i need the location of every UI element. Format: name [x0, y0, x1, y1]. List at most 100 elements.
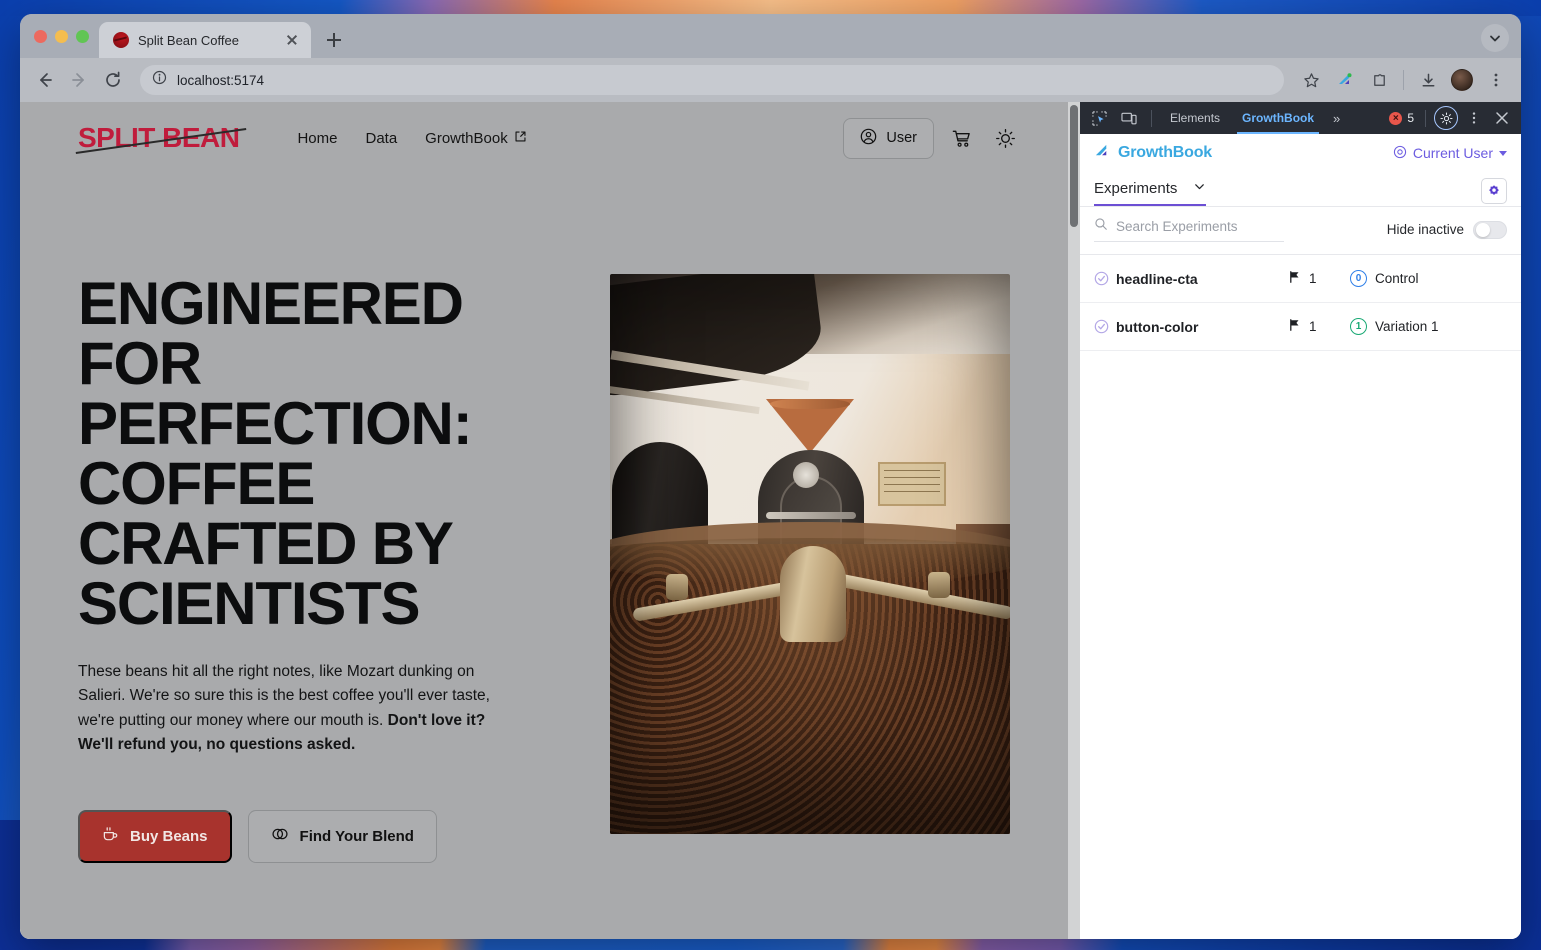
experiment-row[interactable]: headline-cta 1 0 Control — [1080, 255, 1521, 303]
error-icon: × — [1389, 111, 1403, 125]
devtools-overflow-icon[interactable]: » — [1327, 111, 1346, 126]
bookmark-star-icon[interactable] — [1296, 65, 1326, 95]
devtools-header-actions: × 5 — [1389, 106, 1515, 130]
nav-link-home[interactable]: Home — [297, 130, 337, 147]
overlapping-circles-icon — [271, 825, 289, 847]
tab-experiments[interactable]: Experiments — [1094, 180, 1207, 206]
sun-icon[interactable] — [988, 121, 1022, 155]
site-info-icon[interactable] — [152, 70, 167, 90]
extensions-puzzle-icon[interactable] — [1364, 65, 1394, 95]
browser-tab-strip: Split Bean Coffee — [20, 14, 1521, 58]
page-title: ENGINEERED FOR PERFECTION: COFFEE CRAFTE… — [78, 270, 473, 637]
experiment-row[interactable]: button-color 1 1 Variation 1 — [1080, 303, 1521, 351]
hero-image — [610, 274, 1010, 834]
split-bean-favicon-icon — [113, 32, 129, 48]
buy-beans-button[interactable]: Buy Beans — [78, 809, 232, 863]
nav-link-growthbook-label: GrowthBook — [425, 129, 508, 147]
hero-cta-row: Buy Beans Find Your Blend — [78, 809, 548, 863]
chevron-down-icon — [1499, 150, 1507, 156]
web-page: SPLIT BEAN Home Data GrowthBook User ENG… — [20, 102, 1080, 939]
inspect-element-icon[interactable] — [1086, 106, 1112, 130]
tab-search-chevron-down-icon[interactable] — [1481, 24, 1509, 52]
nav-link-growthbook[interactable]: GrowthBook — [425, 130, 527, 147]
user-button[interactable]: User — [843, 117, 934, 159]
new-tab-button[interactable] — [319, 25, 349, 55]
settings-gear-icon[interactable] — [1433, 106, 1459, 130]
user-button-label: User — [886, 130, 917, 146]
variation-index-badge: 0 — [1350, 270, 1367, 287]
chevron-down-icon — [1193, 180, 1206, 197]
hide-inactive-control: Hide inactive — [1386, 220, 1507, 239]
devtools-divider — [1151, 109, 1152, 127]
growthbook-extension-icon[interactable] — [1330, 65, 1360, 95]
growthbook-topbar: GrowthBook Current User — [1080, 134, 1521, 172]
growthbook-logo: GrowthBook — [1094, 142, 1212, 164]
current-user-label: Current User — [1412, 145, 1493, 161]
devtools-panel: Elements GrowthBook » × 5 GrowthBook Cur… — [1080, 102, 1521, 939]
variation-label: Control — [1375, 271, 1419, 286]
tab-elements[interactable]: Elements — [1161, 102, 1229, 134]
external-link-icon — [514, 130, 527, 147]
shopping-cart-icon[interactable] — [944, 121, 978, 155]
growthbook-tabbar: Experiments — [1080, 172, 1521, 206]
site-logo[interactable]: SPLIT BEAN — [78, 122, 245, 154]
tab-title: Split Bean Coffee — [138, 32, 239, 48]
hero-section: ENGINEERED FOR PERFECTION: COFFEE CRAFTE… — [20, 174, 1080, 863]
page-scrollbar-thumb[interactable] — [1070, 105, 1078, 227]
site-navbar: SPLIT BEAN Home Data GrowthBook User — [20, 102, 1080, 174]
maximize-window-button[interactable] — [76, 29, 89, 43]
close-window-button[interactable] — [34, 29, 47, 43]
flag-count-label: 1 — [1309, 271, 1317, 286]
search-icon — [1094, 217, 1108, 236]
toolbar-divider — [1403, 70, 1404, 90]
minimize-window-button[interactable] — [55, 29, 68, 43]
back-icon[interactable] — [30, 65, 60, 95]
devtools-divider-2 — [1425, 109, 1426, 127]
search-input[interactable] — [1116, 219, 1284, 234]
hero-body-text: These beans hit all the right notes, lik… — [78, 660, 518, 758]
tab-experiments-label: Experiments — [1094, 180, 1178, 197]
flag-icon — [1288, 318, 1302, 335]
content-area: SPLIT BEAN Home Data GrowthBook User ENG… — [20, 102, 1521, 939]
chrome-menu-icon[interactable] — [1481, 65, 1511, 95]
devtools-header: Elements GrowthBook » × 5 — [1080, 102, 1521, 134]
current-user-selector[interactable]: Current User — [1393, 145, 1507, 162]
tab-close-icon[interactable] — [283, 31, 301, 49]
profile-avatar[interactable] — [1447, 65, 1477, 95]
browser-tab[interactable]: Split Bean Coffee — [99, 22, 311, 58]
variation-label: Variation 1 — [1375, 319, 1439, 334]
hero-text-column: ENGINEERED FOR PERFECTION: COFFEE CRAFTE… — [78, 274, 548, 863]
reload-icon[interactable] — [98, 65, 128, 95]
growthbook-mark-icon — [1094, 142, 1111, 164]
tab-growthbook[interactable]: GrowthBook — [1233, 102, 1323, 134]
page-scrollbar[interactable] — [1068, 102, 1080, 939]
buy-beans-label: Buy Beans — [130, 827, 208, 845]
error-count-label: 5 — [1407, 111, 1414, 125]
experiment-name: headline-cta — [1116, 270, 1198, 287]
growthbook-settings-button[interactable] — [1481, 178, 1507, 204]
downloads-icon[interactable] — [1413, 65, 1443, 95]
error-count-badge[interactable]: × 5 — [1389, 111, 1418, 125]
experiment-variation: 1 Variation 1 — [1350, 318, 1439, 335]
address-bar[interactable]: localhost:5174 — [140, 65, 1284, 95]
hide-inactive-label: Hide inactive — [1386, 222, 1464, 237]
user-circle-icon — [860, 128, 877, 149]
navbar-actions: User — [843, 117, 1080, 159]
experiment-variation: 0 Control — [1350, 270, 1419, 287]
device-toolbar-icon[interactable] — [1116, 106, 1142, 130]
coffee-cup-icon — [102, 826, 119, 847]
nav-link-home-label: Home — [297, 129, 338, 147]
forward-icon[interactable] — [64, 65, 94, 95]
flag-icon — [1288, 270, 1302, 287]
target-icon — [1393, 145, 1407, 162]
growthbook-filter-row: Hide inactive — [1080, 207, 1521, 254]
kebab-menu-icon[interactable] — [1461, 106, 1487, 130]
growthbook-logo-text: GrowthBook — [1118, 144, 1212, 161]
close-icon[interactable] — [1489, 106, 1515, 130]
nav-link-data[interactable]: Data — [365, 130, 397, 147]
check-circle-icon — [1094, 271, 1116, 286]
flag-count-label: 1 — [1309, 319, 1317, 334]
experiment-flag-count: 1 — [1288, 270, 1350, 287]
find-your-blend-button[interactable]: Find Your Blend — [247, 809, 437, 863]
hide-inactive-toggle[interactable] — [1473, 220, 1507, 239]
